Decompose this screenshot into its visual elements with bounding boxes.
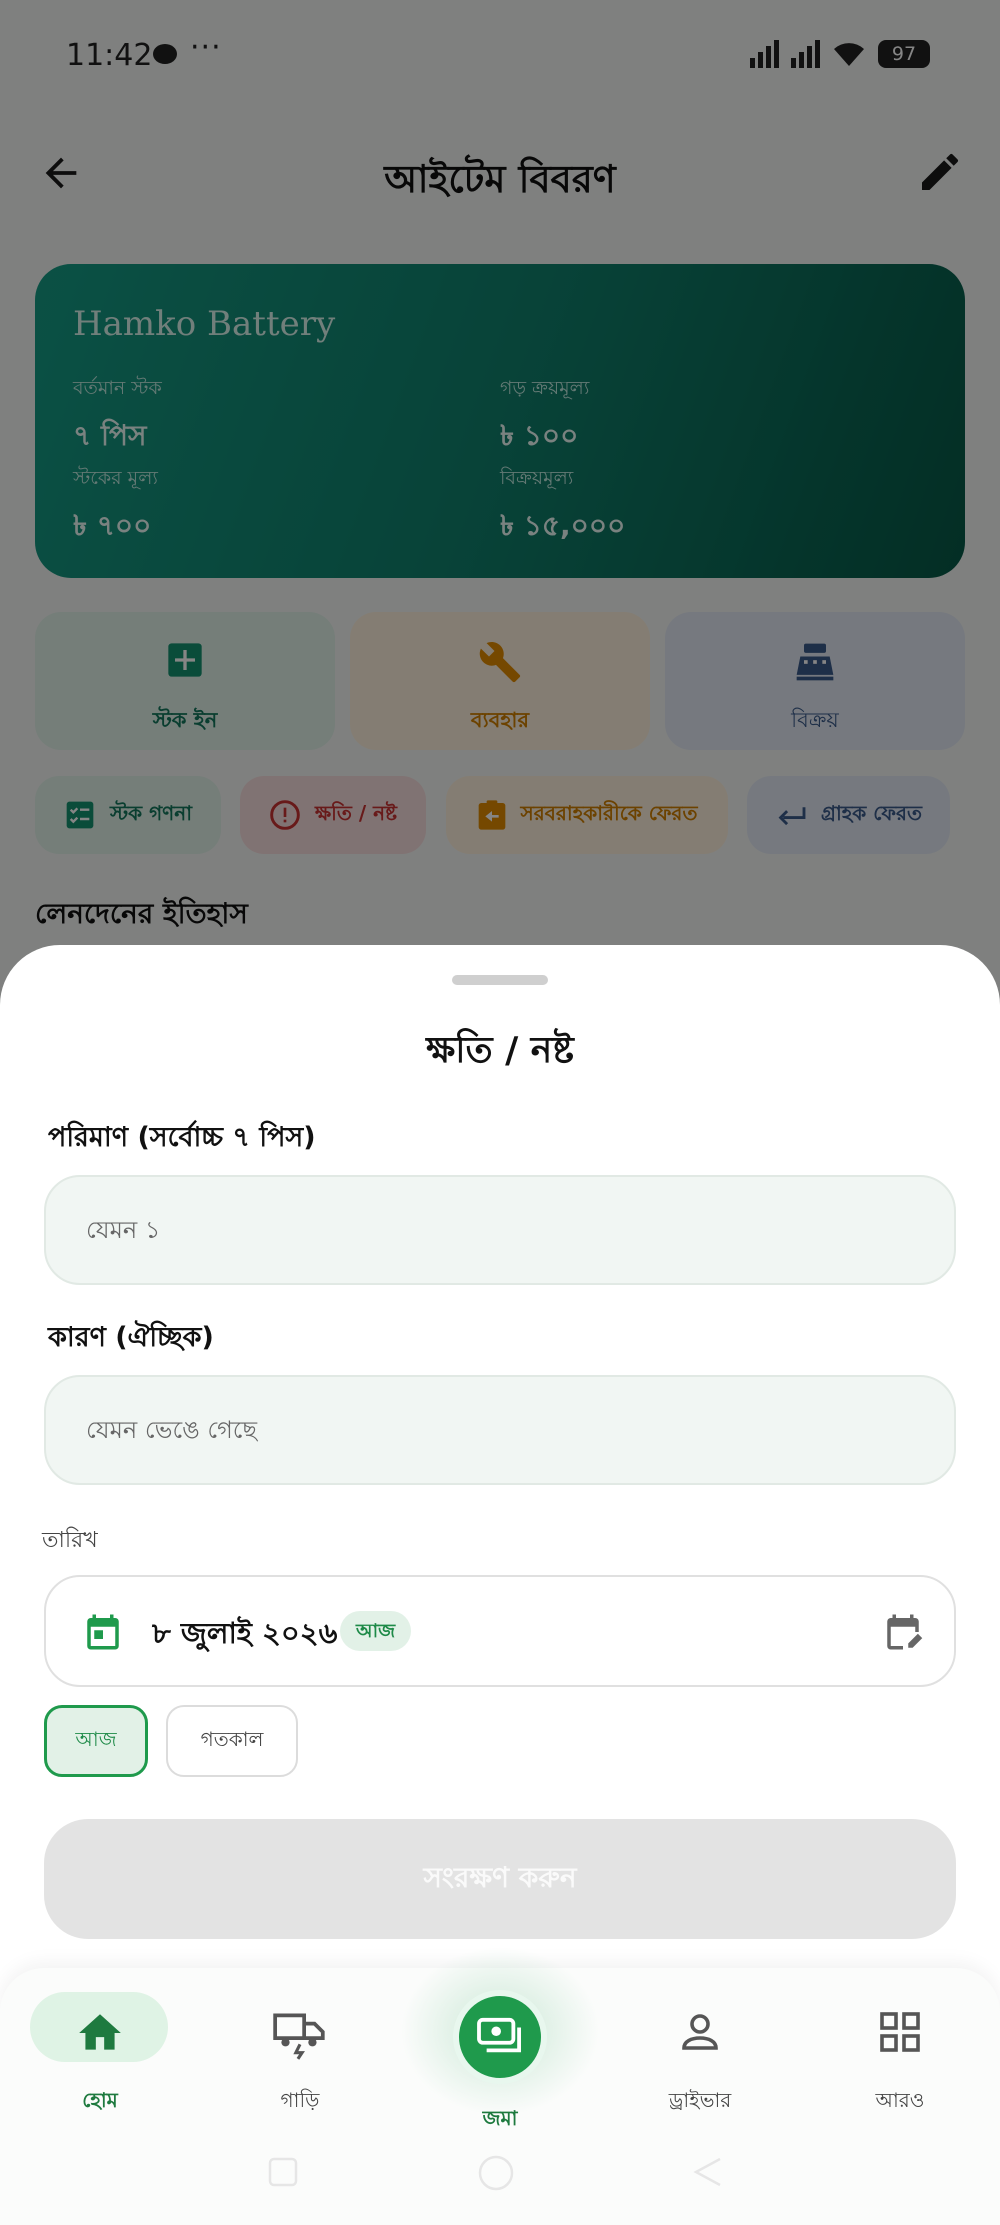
grid-icon (880, 2012, 920, 2052)
nav-label: গাড়ি (280, 2088, 320, 2112)
today-button[interactable]: আজ (44, 1705, 148, 1777)
back-gesture-icon[interactable] (690, 2155, 724, 2189)
nav-deposit-label-wrap: জমা (430, 1986, 570, 2130)
calendar-icon (87, 1614, 119, 1650)
nav-more[interactable]: আরও (830, 1986, 970, 2126)
quantity-input[interactable] (44, 1175, 956, 1285)
nav-label: ড্রাইভার (668, 2088, 732, 2112)
sheet-title: ক্ষতি / নষ্ট (426, 1030, 574, 1071)
nav-vehicle[interactable]: গাড়ি (230, 1986, 370, 2126)
calendar-edit-icon[interactable] (882, 1611, 924, 1653)
date-label: তারিখ (42, 1528, 98, 1553)
nav-label: জমা (482, 2106, 518, 2130)
selected-date: ৮ জুলাই ২০২৬ (152, 1616, 338, 1650)
person-icon (682, 2014, 718, 2050)
reason-label: কারণ (ঐচ্ছিক) (48, 1322, 214, 1353)
nav-label: আরও (875, 2088, 925, 2112)
truck-icon (273, 2013, 325, 2060)
sheet-drag-handle[interactable] (452, 975, 548, 985)
today-badge: আজ (340, 1611, 412, 1651)
quantity-label: পরিমাণ (সর্বোচ্চ ৭ পিস) (48, 1122, 316, 1153)
recent-apps-icon[interactable] (266, 2155, 300, 2189)
reason-input[interactable] (44, 1375, 956, 1485)
save-button[interactable]: সংরক্ষণ করুন (44, 1819, 956, 1939)
nav-label: হোম (82, 2088, 118, 2112)
date-picker-field[interactable]: ৮ জুলাই ২০২৬ আজ (44, 1575, 956, 1687)
home-gesture-icon[interactable] (476, 2153, 516, 2193)
home-icon (79, 2014, 121, 2050)
yesterday-button[interactable]: গতকাল (166, 1705, 298, 1777)
nav-driver[interactable]: ড্রাইভার (630, 1986, 770, 2126)
nav-home[interactable]: হোম (30, 1986, 170, 2126)
